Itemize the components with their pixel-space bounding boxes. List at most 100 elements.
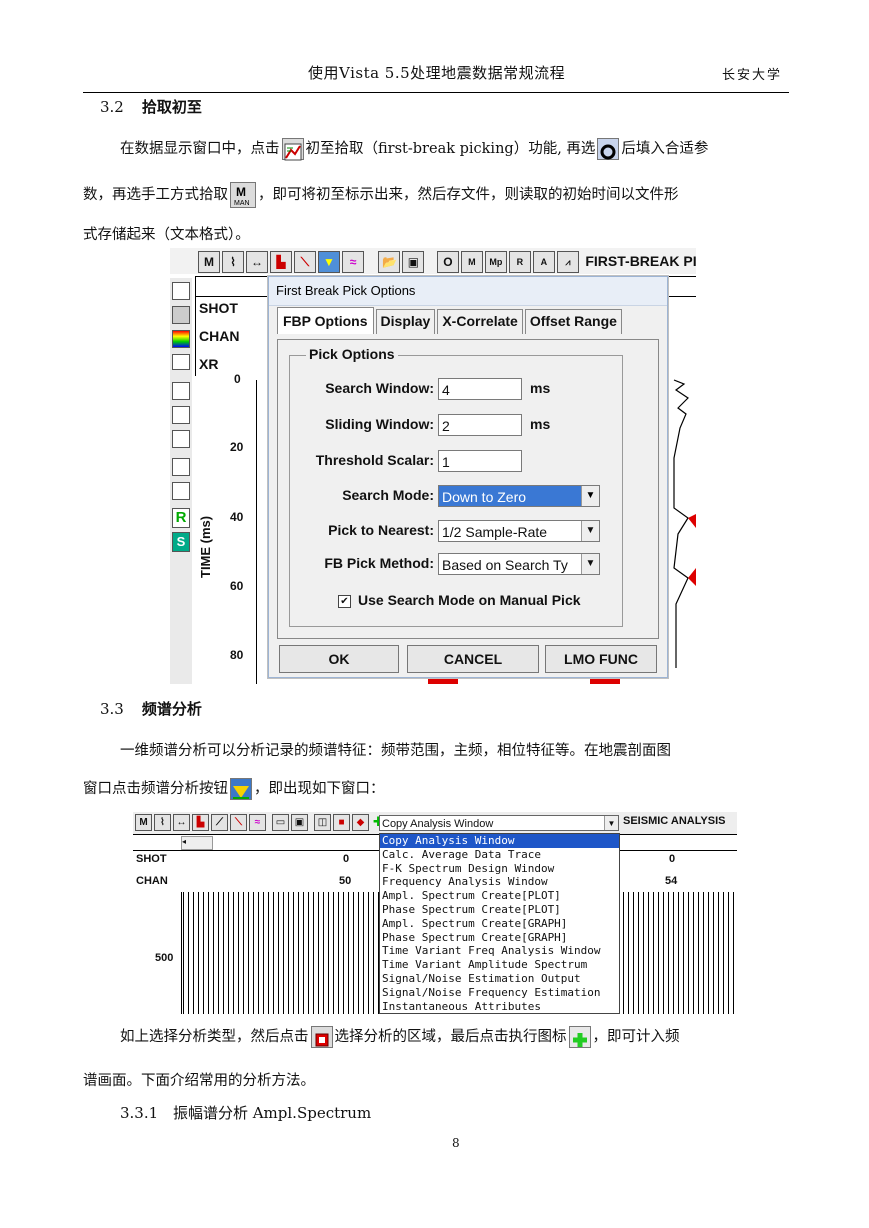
header-university: 长安大学 (722, 68, 783, 83)
first-break-pick-options-dialog: First Break Pick Options FBP Options Dis… (268, 276, 668, 678)
section-number: 3.3 (100, 700, 124, 718)
wiggle-icon[interactable]: ⌇ (154, 814, 171, 831)
sliding-window-field[interactable]: 2 (438, 414, 522, 436)
marker-icon[interactable]: ◆ (352, 814, 369, 831)
ok-button[interactable]: OK (279, 645, 399, 673)
chevron-down-icon[interactable]: ▼ (581, 486, 599, 506)
select-area-icon[interactable]: ■ (333, 814, 350, 831)
line-icon[interactable]: ⟍ (230, 814, 247, 831)
cancel-button[interactable]: CANCEL (407, 645, 539, 673)
search-window-field[interactable]: 4 (438, 378, 522, 400)
analysis-type-select[interactable]: Copy Analysis Window ▼ (379, 815, 619, 831)
bars-icon[interactable]: ▙ (270, 251, 292, 273)
r-auto-icon[interactable]: R (508, 251, 531, 273)
window-icon[interactable]: ◫ (314, 814, 331, 831)
spectrum-analysis-icon (230, 778, 252, 800)
dropdown-option[interactable]: Frequency Analysis Window (380, 875, 619, 889)
m-icon[interactable]: M (198, 251, 220, 273)
traces-icon[interactable] (172, 430, 190, 448)
threshold-scalar-label: Threshold Scalar: (315, 452, 434, 468)
dialog-tabs: FBP Options Display X-Correlate Offset R… (277, 307, 624, 334)
m-icon[interactable]: M (135, 814, 152, 831)
lmo-func-button[interactable]: LMO FUNC (545, 645, 657, 673)
sort-icon[interactable] (172, 406, 190, 424)
dropdown-option[interactable]: Time Variant Freq Analysis Window (380, 944, 619, 958)
wave-icon[interactable]: ≈ (249, 814, 266, 831)
pick-icon[interactable]: ⟍ (294, 251, 316, 273)
chan-right-value: 54 (665, 875, 678, 887)
text: 窗口点击频谱分析按钮 (83, 781, 228, 797)
dropdown-option[interactable]: F-K Spectrum Design Window (380, 862, 619, 876)
glasses-icon[interactable] (172, 354, 190, 370)
fan-icon[interactable] (172, 382, 190, 400)
fb-pick-method-value: Based on Search Ty (442, 557, 568, 573)
text: 选择分析的区域，最后点击执行图标 (334, 1029, 567, 1045)
save-icon[interactable]: ▣ (291, 814, 308, 831)
r-icon[interactable]: R (172, 508, 190, 528)
chan-label: CHAN (136, 875, 168, 887)
color-icon[interactable] (172, 330, 190, 348)
tick-label: 0 (234, 372, 241, 386)
paragraph-2: 数，再选手工方式拾取 M MAN ，即可将初至标示出来，然后存文件，则读取的初始时间以… (83, 176, 679, 214)
use-search-mode-checkbox[interactable]: ✔ (338, 595, 351, 608)
dropdown-option[interactable]: Time Variant Amplitude Spectrum (380, 958, 619, 972)
analysis-type-dropdown: Copy Analysis Window Calc. Average Data … (379, 833, 620, 1014)
open-icon[interactable]: 📂 (378, 251, 401, 273)
dropdown-option[interactable]: Ampl. Spectrum Create[GRAPH] (380, 917, 619, 931)
svg-text:MAN: MAN (234, 200, 250, 207)
xr-label: XR (199, 356, 219, 372)
use-search-mode-label: Use Search Mode on Manual Pick (358, 592, 581, 608)
pencil-icon[interactable] (172, 306, 190, 324)
pick-to-nearest-value: 1/2 Sample-Rate (442, 524, 548, 540)
dropdown-option[interactable]: Signal/Noise Estimation Output (380, 972, 619, 986)
bars-icon[interactable]: ▙ (192, 814, 209, 831)
dropdown-option[interactable]: Phase Spectrum Create[GRAPH] (380, 931, 619, 945)
sliding-window-label: Sliding Window: (325, 416, 434, 432)
save-icon[interactable]: ▣ (402, 251, 425, 273)
tab-display[interactable]: Display (375, 309, 436, 334)
chevron-down-icon[interactable]: ▼ (581, 554, 599, 574)
scrollbar[interactable]: ◂ (181, 836, 213, 850)
chevron-down-icon[interactable]: ▼ (581, 521, 599, 541)
time-axis (256, 380, 257, 684)
dropdown-option[interactable]: Phase Spectrum Create[PLOT] (380, 903, 619, 917)
wiggle-icon[interactable]: ⌇ (222, 251, 244, 273)
arrow-icon[interactable]: ↔ (173, 814, 190, 831)
dropdown-option[interactable]: Ampl. Spectrum Create[PLOT] (380, 889, 619, 903)
options-o-icon (597, 138, 620, 160)
search-mode-select[interactable]: Down to Zero ▼ (438, 485, 600, 507)
dropdown-option[interactable]: Calc. Average Data Trace (380, 848, 619, 862)
search-mode-label: Search Mode: (342, 487, 434, 503)
dropdown-option[interactable]: Instantaneous Attributes (380, 1000, 619, 1014)
flat-icon[interactable] (172, 282, 190, 300)
fb-pick-method-select[interactable]: Based on Search Ty ▼ (438, 553, 600, 575)
g-icon[interactable] (172, 458, 190, 476)
pick-icon[interactable]: ⟋ (211, 814, 228, 831)
dropdown-option[interactable]: Copy Analysis Window (380, 834, 619, 848)
tick-label: 60 (230, 579, 244, 593)
trace-icon[interactable]: ⩘ (556, 251, 579, 273)
open-icon[interactable]: ▭ (272, 814, 289, 831)
question-icon[interactable] (172, 482, 190, 500)
manual-plus-icon[interactable]: Mp (484, 251, 507, 273)
tab-x-correlate[interactable]: X-Correlate (437, 309, 523, 334)
spectrum-icon[interactable]: ▼ (318, 251, 340, 273)
threshold-scalar-field[interactable]: 1 (438, 450, 522, 472)
arrow-icon[interactable]: ↔ (246, 251, 268, 273)
tick-label: 80 (230, 648, 244, 662)
group-label: Pick Options (306, 346, 398, 362)
chan-label: CHAN (199, 328, 240, 344)
manual-icon[interactable]: M (460, 251, 483, 273)
wave-icon[interactable]: ≈ (342, 251, 364, 273)
s-icon[interactable]: S (172, 532, 190, 552)
tab-offset-range[interactable]: Offset Range (524, 309, 622, 334)
paragraph-4: 一维频谱分析可以分析记录的频谱特征：频带范围，主频，相位特征等。在地震剖面图 (120, 743, 671, 759)
chevron-down-icon[interactable]: ▼ (604, 816, 618, 830)
a-auto-icon[interactable]: A (532, 251, 555, 273)
dropdown-option[interactable]: Signal/Noise Frequency Estimation (380, 986, 619, 1000)
tab-fbp-options[interactable]: FBP Options (277, 307, 374, 334)
pick-to-nearest-select[interactable]: 1/2 Sample-Rate ▼ (438, 520, 600, 542)
seismic-traces (673, 379, 696, 668)
toolbar: M⌇↔▙⟋⟍≈▭▣◫■◆✚ Copy Analysis Window ▼ SEI… (133, 812, 737, 834)
options-icon[interactable]: O (436, 251, 459, 273)
